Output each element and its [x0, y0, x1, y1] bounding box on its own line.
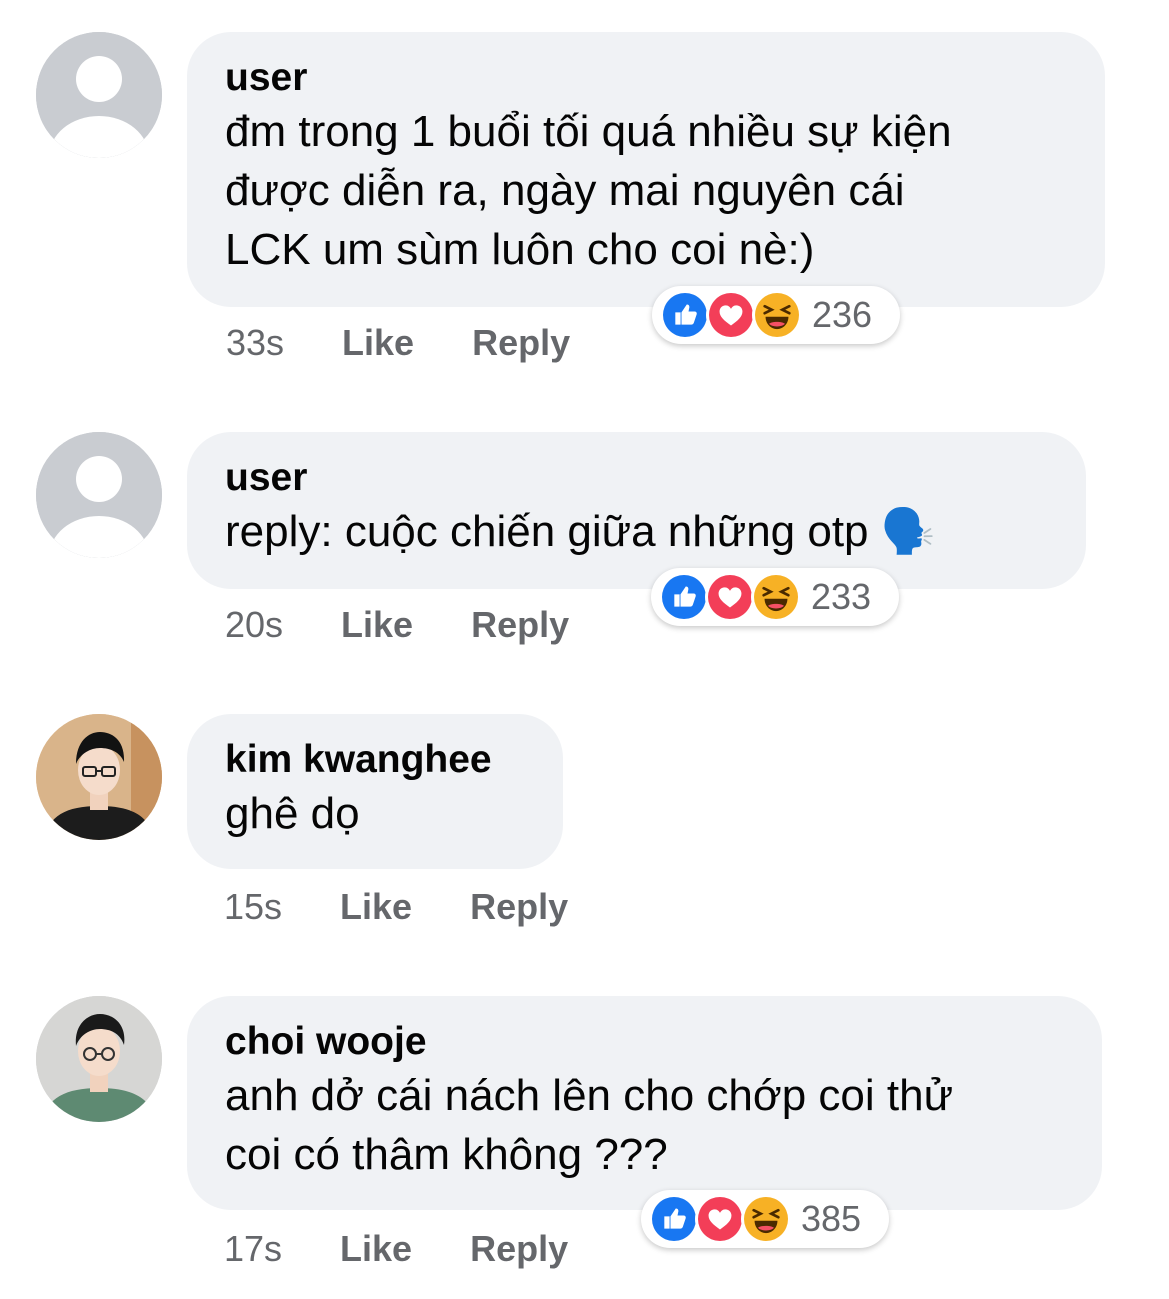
default-avatar-icon [36, 432, 162, 558]
avatar[interactable] [36, 32, 162, 158]
haha-reaction-icon [751, 572, 801, 622]
comment-actions: 20s Like Reply [225, 604, 569, 646]
like-reaction-icon [659, 572, 709, 622]
reply-button[interactable]: Reply [472, 322, 570, 364]
reply-button[interactable]: Reply [471, 604, 569, 646]
comment-bubble: user đm trong 1 buổi tối quá nhiều sự ki… [187, 32, 1105, 307]
photo-avatar-man-green-shirt-icon [36, 996, 162, 1122]
avatar[interactable] [36, 714, 162, 840]
comment-bubble: user reply: cuộc chiến giữa những otp 🗣️ [187, 432, 1086, 589]
comment-text: reply: cuộc chiến giữa những otp 🗣️ [225, 507, 936, 556]
comment-text: ghê dọ [225, 789, 360, 838]
comment-actions: 15s Like Reply [224, 886, 568, 928]
comment-timestamp: 15s [224, 886, 283, 927]
reaction-summary[interactable]: 385 [641, 1190, 889, 1248]
comment-bubble: kim kwanghee ghê dọ [187, 714, 563, 869]
like-reaction-icon [649, 1194, 699, 1244]
haha-reaction-icon [752, 290, 802, 340]
like-button[interactable]: Like [341, 604, 413, 646]
comment-timestamp: 20s [225, 604, 284, 645]
reply-button[interactable]: Reply [470, 886, 568, 928]
comment-text: đm trong 1 buổi tối quá nhiều sự kiện đư… [225, 107, 952, 274]
avatar[interactable] [36, 432, 162, 558]
comment-timestamp: 33s [226, 322, 285, 363]
comment-actions: 33s Like Reply [226, 322, 570, 364]
like-button[interactable]: Like [340, 886, 412, 928]
like-button[interactable]: Like [342, 322, 414, 364]
comment-author[interactable]: user [225, 54, 1067, 102]
like-reaction-icon [660, 290, 710, 340]
comment-actions: 17s Like Reply [224, 1228, 568, 1270]
reaction-summary[interactable]: 233 [651, 568, 899, 626]
avatar[interactable] [36, 996, 162, 1122]
reaction-count: 236 [812, 294, 873, 335]
comment-text: anh dở cái nách lên cho chớp coi thử coi… [225, 1071, 954, 1179]
love-reaction-icon [695, 1194, 745, 1244]
comment-bubble: choi wooje anh dở cái nách lên cho chớp … [187, 996, 1102, 1210]
comment-author[interactable]: kim kwanghee [225, 736, 525, 784]
reaction-count: 233 [811, 576, 872, 617]
love-reaction-icon [705, 572, 755, 622]
reply-button[interactable]: Reply [470, 1228, 568, 1270]
like-button[interactable]: Like [340, 1228, 412, 1270]
reaction-count: 385 [801, 1198, 862, 1239]
reaction-summary[interactable]: 236 [652, 286, 900, 344]
haha-reaction-icon [741, 1194, 791, 1244]
love-reaction-icon [706, 290, 756, 340]
comment-timestamp: 17s [224, 1228, 283, 1269]
comment-author[interactable]: user [225, 454, 1048, 502]
photo-avatar-man-glasses-icon [36, 714, 162, 840]
default-avatar-icon [36, 32, 162, 158]
comment-author[interactable]: choi wooje [225, 1018, 1064, 1066]
